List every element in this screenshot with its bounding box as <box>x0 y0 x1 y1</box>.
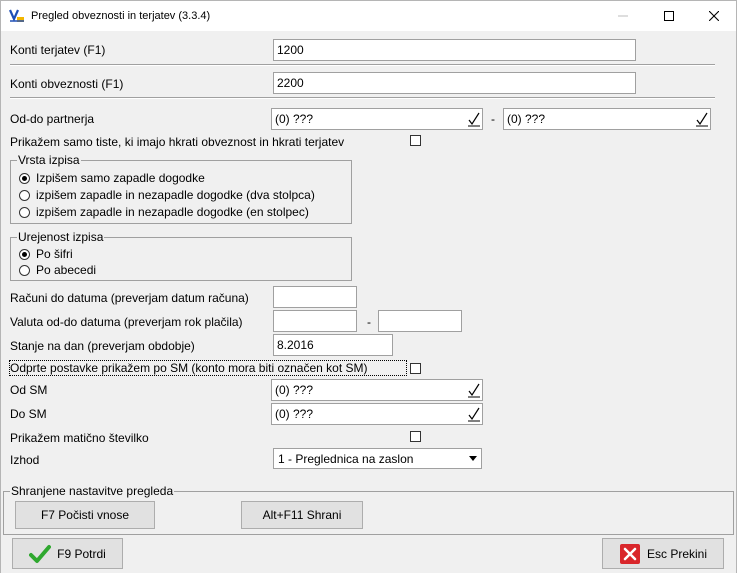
confirm-button-label: F9 Potrdi <box>57 546 106 561</box>
lookup-check-icon[interactable] <box>468 383 480 398</box>
partner-to-combo[interactable]: (0) ??? <box>503 108 711 130</box>
reset-inputs-button[interactable]: F7 Počisti vnose <box>15 501 155 529</box>
lookup-check-icon[interactable] <box>468 112 480 127</box>
lookup-check-icon[interactable] <box>468 407 480 422</box>
partner-range-dash: - <box>491 112 495 126</box>
konti-terjatev-label: Konti terjatev (F1) <box>10 43 106 57</box>
radio-po-abecedi[interactable] <box>19 265 30 276</box>
konti-terjatev-input[interactable]: 1200 <box>273 39 636 61</box>
confirm-button[interactable]: F9 Potrdi <box>12 538 123 569</box>
radio-dva-stolpca[interactable] <box>19 190 30 201</box>
radio-label: Izpišem samo zapadle dogodke <box>36 171 205 185</box>
racuni-do-datuma-label: Računi do datuma (preverjam datum računa… <box>10 291 249 305</box>
maticno-stevilko-label: Prikažem matično številko <box>10 431 149 445</box>
vrsta-izpisa-title: Vrsta izpisa <box>17 153 81 167</box>
close-icon <box>709 11 719 21</box>
do-sm-value: (0) ??? <box>275 407 314 421</box>
cancel-button[interactable]: Esc Prekini <box>602 538 724 569</box>
odprte-postavke-checkbox[interactable] <box>410 363 421 374</box>
window-title: Pregled obveznosti in terjatev (3.3.4) <box>31 10 211 22</box>
do-sm-label: Do SM <box>10 407 47 421</box>
do-sm-combo[interactable]: (0) ??? <box>271 403 483 425</box>
partner-to-value: (0) ??? <box>507 112 546 126</box>
radio-label: Po šifri <box>36 247 73 261</box>
chevron-down-icon[interactable] <box>464 449 481 468</box>
prikazem-samo-tiste-label: Prikažem samo tiste, ki imajo hkrati obv… <box>10 135 345 149</box>
radio-izpisem-samo-zapadle[interactable] <box>19 173 30 184</box>
dialog-window: Pregled obveznosti in terjatev (3.3.4) K… <box>0 0 737 573</box>
racuni-do-datuma-input[interactable] <box>273 286 357 308</box>
radio-label: izpišem zapadle in nezapadle dogodke (en… <box>36 205 309 219</box>
cancel-button-label: Esc Prekini <box>646 546 708 561</box>
prikazem-samo-tiste-checkbox[interactable] <box>410 135 421 146</box>
od-sm-value: (0) ??? <box>275 383 314 397</box>
radio-en-stolpec[interactable] <box>19 207 30 218</box>
stanje-na-dan-label: Stanje na dan (preverjam obdobje) <box>10 339 195 353</box>
radio-po-sifri[interactable] <box>19 249 30 260</box>
partner-from-combo[interactable]: (0) ??? <box>271 108 483 130</box>
stanje-na-dan-input[interactable]: 8.2016 <box>273 334 393 356</box>
separator <box>10 97 715 99</box>
separator <box>10 64 715 66</box>
od-sm-combo[interactable]: (0) ??? <box>271 379 483 401</box>
valuta-from-input[interactable] <box>273 310 357 332</box>
izhod-label: Izhod <box>10 453 40 467</box>
maximize-icon <box>664 11 674 21</box>
title-bar: Pregled obveznosti in terjatev (3.3.4) <box>1 1 736 31</box>
minimize-button[interactable] <box>600 1 646 31</box>
odprte-postavke-label: Odprte postavke prikažem po SM (konto mo… <box>10 361 368 375</box>
lookup-check-icon[interactable] <box>696 112 708 127</box>
cancel-x-icon <box>619 543 640 564</box>
od-do-partnerja-label: Od-do partnerja <box>10 112 95 126</box>
radio-label: Po abecedi <box>36 263 97 277</box>
save-settings-button[interactable]: Alt+F11 Shrani <box>241 501 363 529</box>
maximize-button[interactable] <box>646 1 692 31</box>
minimize-icon <box>618 15 628 17</box>
radio-label: izpišem zapadle in nezapadle dogodke (dv… <box>36 188 315 202</box>
maticno-stevilko-checkbox[interactable] <box>410 431 421 442</box>
izhod-select[interactable]: 1 - Preglednica na zaslon <box>273 448 482 469</box>
izhod-value: 1 - Preglednica na zaslon <box>278 452 414 466</box>
urejenost-izpisa-title: Urejenost izpisa <box>17 230 105 244</box>
konti-obveznosti-label: Konti obveznosti (F1) <box>10 77 124 91</box>
app-logo-icon <box>9 9 24 22</box>
shranjene-title: Shranjene nastavitve pregleda <box>10 484 175 498</box>
konti-obveznosti-input[interactable]: 2200 <box>273 72 636 94</box>
dialog-content: Konti terjatev (F1) 1200 Konti obveznost… <box>1 31 736 573</box>
partner-from-value: (0) ??? <box>275 112 314 126</box>
valuta-to-input[interactable] <box>378 310 462 332</box>
close-button[interactable] <box>691 1 737 31</box>
valuta-range-dash: - <box>367 315 371 329</box>
od-sm-label: Od SM <box>10 383 48 397</box>
valuta-od-do-label: Valuta od-do datuma (preverjam rok plači… <box>10 315 243 329</box>
check-icon <box>29 544 52 563</box>
